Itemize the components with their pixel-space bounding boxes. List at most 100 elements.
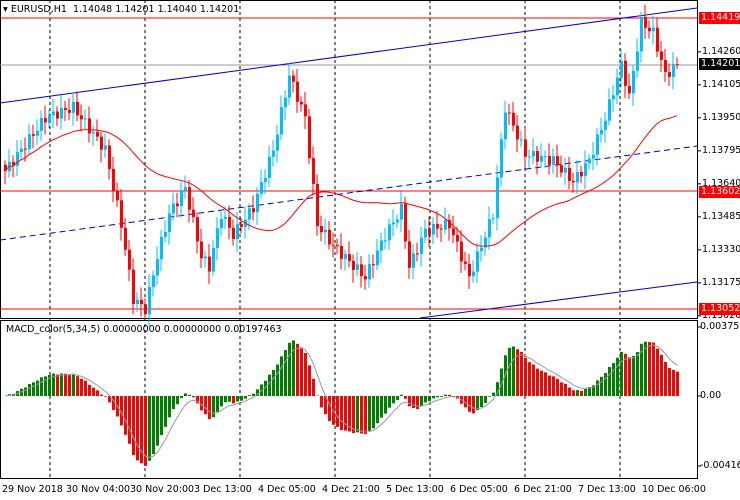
bull-candle: [104, 145, 107, 150]
macd-value-1: 0.00000000: [103, 324, 161, 335]
bear-candle: [468, 263, 471, 277]
time-tick-label: 7 Dec 13:00: [578, 484, 636, 495]
bull-candle: [604, 120, 607, 130]
bear-candle: [364, 276, 367, 280]
bull-candle: [380, 240, 383, 251]
macd-bar: [444, 394, 447, 396]
bear-candle: [240, 224, 243, 227]
bear-candle: [428, 228, 431, 235]
bull-candle: [552, 156, 555, 165]
channel-mid-line[interactable]: [0, 145, 698, 241]
bear-candle: [316, 183, 319, 227]
bull-candle: [504, 112, 507, 140]
macd-bar: [200, 396, 203, 411]
bull-candle: [532, 151, 535, 157]
macd-bar: [232, 396, 235, 404]
bull-candle: [160, 236, 163, 260]
bear-candle: [572, 180, 575, 183]
bear-candle: [416, 253, 419, 255]
bear-candle: [176, 203, 179, 207]
macd-bar: [84, 380, 87, 396]
channel-upper-line[interactable]: [0, 7, 698, 104]
price-tag: 1.13052: [699, 303, 740, 316]
bull-candle: [264, 177, 267, 182]
macd-bar: [436, 396, 439, 398]
bull-candle: [136, 299, 139, 305]
time-tick-label: 4 Dec 21:00: [322, 484, 380, 495]
macd-bar: [512, 346, 515, 396]
bull-candle: [256, 193, 259, 213]
bull-candle: [400, 204, 403, 220]
bull-candle: [164, 231, 167, 237]
bear-candle: [304, 104, 307, 117]
macd-bar: [132, 396, 135, 456]
channel-lower-line[interactable]: [419, 281, 698, 319]
macd-bar: [340, 396, 343, 431]
time-tick-label: 6 Dec 05:00: [450, 484, 508, 495]
dropdown-icon[interactable]: ▾: [3, 4, 8, 15]
macd-bar: [676, 371, 679, 396]
macd-bar: [600, 376, 603, 396]
bear-candle: [124, 227, 127, 250]
macd-bar: [656, 348, 659, 396]
macd-bar: [192, 396, 195, 398]
bull-candle: [156, 259, 159, 276]
bear-candle: [252, 208, 255, 213]
chart-header: ▾ EURUSD,H1 1.14048 1.14201 1.14040 1.14…: [3, 4, 239, 15]
candles: [4, 4, 679, 327]
macd-bar: [184, 393, 187, 396]
bull-candle: [412, 253, 415, 268]
macd-bar: [668, 368, 671, 396]
macd-bar: [172, 396, 175, 410]
macd-bar: [152, 396, 155, 455]
bull-candle: [28, 134, 31, 150]
bear-candle: [452, 228, 455, 236]
bear-candle: [460, 241, 463, 262]
time-tick-label: 29 Nov 2018: [2, 484, 63, 495]
time-tick-label: 6 Dec 21:00: [514, 484, 572, 495]
bear-candle: [668, 72, 671, 77]
bull-candle: [184, 187, 187, 192]
bull-candle: [420, 237, 423, 254]
close-value: 1.14201: [199, 4, 240, 15]
bear-candle: [408, 241, 411, 268]
bear-candle: [560, 165, 563, 173]
macd-bar: [376, 396, 379, 424]
macd-bar: [136, 396, 139, 461]
macd-bar: [576, 390, 579, 396]
bear-candle: [548, 155, 551, 165]
bear-candle: [556, 156, 559, 166]
macd-bar: [320, 396, 323, 408]
macd-tick-label: 0.003756: [700, 321, 740, 332]
bear-candle: [312, 158, 315, 184]
bull-candle: [584, 163, 587, 177]
macd-bar: [472, 396, 475, 414]
macd-bar: [360, 396, 363, 434]
bull-candle: [48, 115, 51, 123]
bear-candle: [108, 145, 111, 169]
macd-bar: [124, 396, 127, 435]
macd-bar: [652, 342, 655, 396]
time-tick-label: 30 Nov 04:00: [66, 484, 131, 495]
macd-bar: [524, 357, 527, 396]
bull-candle: [168, 213, 171, 232]
high-value: 1.14201: [115, 4, 155, 15]
bull-candle: [480, 247, 483, 252]
macd-bar: [404, 396, 407, 399]
bear-candle: [56, 111, 59, 119]
bear-candle: [132, 269, 135, 305]
time-tick-label: 3 Dec 13:00: [194, 484, 252, 495]
macd-bar: [612, 363, 615, 396]
macd-bar: [216, 396, 219, 412]
bear-candle: [372, 264, 375, 266]
bull-candle: [220, 218, 223, 229]
chart-canvas[interactable]: [0, 0, 740, 500]
macd-bar: [380, 396, 383, 418]
macd-bar: [104, 396, 107, 397]
bear-candle: [464, 261, 467, 264]
bull-candle: [20, 148, 23, 153]
bull-candle: [672, 64, 675, 77]
bull-candle: [564, 167, 567, 173]
bear-candle: [96, 132, 99, 137]
bull-candle: [472, 271, 475, 277]
